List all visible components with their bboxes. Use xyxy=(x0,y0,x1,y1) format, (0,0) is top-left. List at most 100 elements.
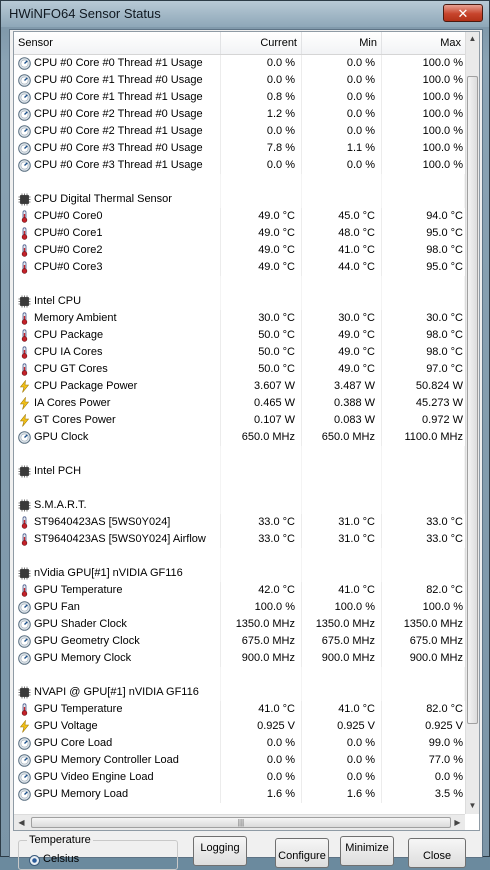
logging-button[interactable]: Logging xyxy=(193,836,247,866)
cell-sensor: CPU#0 Core2 xyxy=(14,242,221,259)
sensor-row[interactable]: CPU #0 Core #2 Thread #0 Usage 1.2 % 0.0 %… xyxy=(14,106,465,123)
scroll-right-arrow-icon[interactable]: ▶ xyxy=(451,816,464,830)
thermometer-icon xyxy=(18,533,31,546)
cell-max xyxy=(382,480,465,497)
sensor-row[interactable]: GPU Temperature 42.0 °C 41.0 °C 82.0 °C xyxy=(14,582,465,599)
cell-sensor: GPU Voltage xyxy=(14,718,221,735)
sensor-row[interactable]: CPU #0 Core #3 Thread #0 Usage 7.8 % 1.1 %… xyxy=(14,140,465,157)
window-close-button[interactable]: ✕ xyxy=(443,4,483,22)
column-header-sensor[interactable]: Sensor xyxy=(14,32,221,54)
scroll-left-arrow-icon[interactable]: ◀ xyxy=(15,816,28,830)
cell-current: 0.465 W xyxy=(221,395,302,412)
bolt-icon xyxy=(18,397,31,410)
sensor-row[interactable]: GPU Memory Load 1.6 % 1.6 % 3.5 % xyxy=(14,786,465,803)
sensor-row[interactable]: GT Cores Power 0.107 W 0.083 W 0.972 W xyxy=(14,412,465,429)
cell-min xyxy=(302,480,382,497)
cell-max: 95.0 °C xyxy=(426,261,463,273)
sensor-row[interactable]: GPU Shader Clock 1350.0 MHz 1350.0 MHz 1350… xyxy=(14,616,465,633)
gauge-icon xyxy=(18,125,31,138)
sensor-row[interactable]: CPU#0 Core3 49.0 °C 44.0 °C 95.0 °C xyxy=(14,259,465,276)
gauge-icon xyxy=(18,159,31,172)
sensor-row[interactable]: CPU#0 Core0 49.0 °C 45.0 °C 94.0 °C xyxy=(14,208,465,225)
cell-min: 0.083 W xyxy=(302,412,382,429)
cell-min: 0.0 % xyxy=(302,72,382,89)
sensor-row[interactable]: GPU Geometry Clock 675.0 MHz 675.0 MHz 675.… xyxy=(14,633,465,650)
cell-current: 0.0 % xyxy=(221,123,302,140)
gauge-icon xyxy=(18,754,31,767)
sensor-row[interactable]: CPU#0 Core2 49.0 °C 41.0 °C 98.0 °C xyxy=(14,242,465,259)
gauge-icon xyxy=(18,91,31,104)
cell-current: 0.107 W xyxy=(221,412,302,429)
sensor-row[interactable]: IA Cores Power 0.465 W 0.388 W 45.273 W xyxy=(14,395,465,412)
cell-current: 675.0 MHz xyxy=(221,633,302,650)
sensor-group-row[interactable]: nVidia GPU[#1] nVIDIA GF116 xyxy=(14,565,465,582)
cell-max xyxy=(382,497,465,514)
sensor-row[interactable]: CPU #0 Core #1 Thread #0 Usage 0.0 % 0.0 %… xyxy=(14,72,465,89)
cell-max: 94.0 °C xyxy=(426,210,463,222)
scroll-down-arrow-icon[interactable]: ▼ xyxy=(466,799,479,813)
thermometer-icon xyxy=(18,329,31,342)
cell-current: 49.0 °C xyxy=(221,225,302,242)
cell-sensor: GPU Memory Load xyxy=(14,786,221,803)
scroll-up-arrow-icon[interactable]: ▲ xyxy=(466,32,479,46)
sensor-row[interactable]: ST9640423AS [5WS0Y024] Airflow 33.0 °C 31.… xyxy=(14,531,465,548)
sensor-row[interactable]: CPU #0 Core #3 Thread #1 Usage 0.0 % 0.0 %… xyxy=(14,157,465,174)
chip-icon xyxy=(18,499,31,512)
thermometer-icon xyxy=(18,261,31,274)
cell-max: 82.0 °C xyxy=(426,584,463,596)
close-button[interactable]: Close xyxy=(408,838,466,868)
title-bar[interactable]: HWiNFO64 Sensor Status ✕ xyxy=(1,1,489,27)
cell-sensor: GPU Shader Clock xyxy=(14,616,221,633)
sensor-row[interactable]: GPU Voltage 0.925 V 0.925 V 0.925 V xyxy=(14,718,465,735)
horizontal-scrollbar[interactable]: ◀ ||| ▶ xyxy=(14,814,465,830)
sensor-row[interactable]: GPU Clock 650.0 MHz 650.0 MHz 1100.0 MHz xyxy=(14,429,465,446)
sensor-list: Sensor Current Min Max CPU #0 Core #0 Th… xyxy=(13,31,480,831)
sensor-row[interactable]: CPU Package Power 3.607 W 3.487 W 50.824 W xyxy=(14,378,465,395)
sensor-row[interactable]: CPU Package 50.0 °C 49.0 °C 98.0 °C xyxy=(14,327,465,344)
thermometer-icon xyxy=(18,227,31,240)
sensor-group-row[interactable]: NVAPI @ GPU[#1] nVIDIA GF116 xyxy=(14,684,465,701)
cell-max: 98.0 °C xyxy=(426,346,463,358)
column-header-max[interactable]: Max xyxy=(382,32,465,54)
sensor-group-row[interactable]: Intel CPU xyxy=(14,293,465,310)
column-header-min[interactable]: Min xyxy=(302,32,382,54)
cell-sensor xyxy=(14,480,221,497)
gauge-icon xyxy=(18,652,31,665)
configure-button[interactable]: Configure xyxy=(275,838,329,868)
cell-max: 1100.0 MHz xyxy=(404,431,464,443)
vertical-scroll-thumb[interactable] xyxy=(467,76,478,724)
sensor-row[interactable]: CPU GT Cores 50.0 °C 49.0 °C 97.0 °C xyxy=(14,361,465,378)
cell-sensor: GPU Clock xyxy=(14,429,221,446)
column-header-current[interactable]: Current xyxy=(221,32,302,54)
cell-max xyxy=(382,565,465,582)
sensor-row[interactable]: GPU Video Engine Load 0.0 % 0.0 % 0.0 % xyxy=(14,769,465,786)
gauge-icon xyxy=(18,771,31,784)
cell-current: 1.6 % xyxy=(221,786,302,803)
sensor-row[interactable]: CPU #0 Core #0 Thread #1 Usage 0.0 % 0.0 %… xyxy=(14,55,465,72)
cell-min: 45.0 °C xyxy=(302,208,382,225)
cell-max xyxy=(382,174,465,191)
cell-sensor: CPU Package Power xyxy=(14,378,221,395)
cell-current: 650.0 MHz xyxy=(221,429,302,446)
sensor-row[interactable]: CPU#0 Core1 49.0 °C 48.0 °C 95.0 °C xyxy=(14,225,465,242)
minimize-button[interactable]: Minimize xyxy=(340,836,394,866)
sensor-row[interactable]: GPU Memory Controller Load 0.0 % 0.0 % 77.0… xyxy=(14,752,465,769)
sensor-row[interactable]: Memory Ambient 30.0 °C 30.0 °C 30.0 °C xyxy=(14,310,465,327)
sensor-group-row[interactable]: Intel PCH xyxy=(14,463,465,480)
cell-min xyxy=(302,191,382,208)
sensor-row[interactable]: CPU #0 Core #2 Thread #1 Usage 0.0 % 0.0 %… xyxy=(14,123,465,140)
sensor-row[interactable]: GPU Memory Clock 900.0 MHz 900.0 MHz 900.0 … xyxy=(14,650,465,667)
celsius-label[interactable]: Celsius xyxy=(43,853,79,865)
sensor-row[interactable]: GPU Fan 100.0 % 100.0 % 100.0 % xyxy=(14,599,465,616)
sensor-row[interactable]: CPU #0 Core #1 Thread #1 Usage 0.8 % 0.0 %… xyxy=(14,89,465,106)
sensor-row[interactable]: GPU Core Load 0.0 % 0.0 % 99.0 % xyxy=(14,735,465,752)
sensor-group-row[interactable]: CPU Digital Thermal Sensor xyxy=(14,191,465,208)
cell-current: 41.0 °C xyxy=(221,701,302,718)
vertical-scrollbar[interactable]: ▲ ▼ xyxy=(465,32,479,814)
horizontal-scroll-thumb[interactable]: ||| xyxy=(31,817,451,828)
cell-sensor xyxy=(14,276,221,293)
sensor-row[interactable]: GPU Temperature 41.0 °C 41.0 °C 82.0 °C xyxy=(14,701,465,718)
sensor-group-row[interactable]: S.M.A.R.T. xyxy=(14,497,465,514)
sensor-row[interactable]: CPU IA Cores 50.0 °C 49.0 °C 98.0 °C xyxy=(14,344,465,361)
sensor-row[interactable]: ST9640423AS [5WS0Y024] 33.0 °C 31.0 °C 33.0… xyxy=(14,514,465,531)
